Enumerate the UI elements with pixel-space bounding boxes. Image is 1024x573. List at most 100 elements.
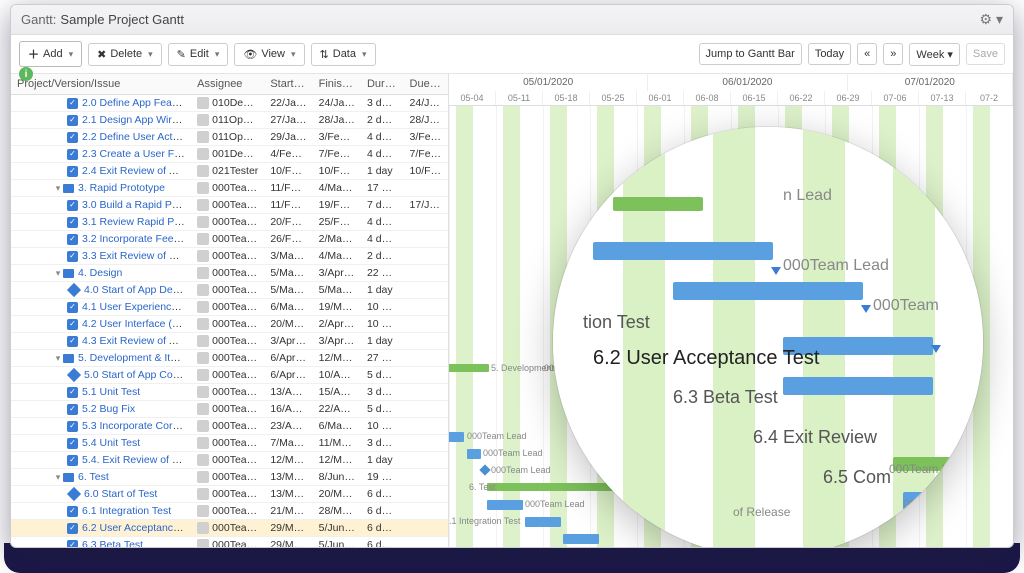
avatar-icon bbox=[197, 114, 209, 126]
grid-header: Project/Version/Issue Assignee Start dat… bbox=[11, 74, 448, 95]
project-name: Sample Project Gantt bbox=[60, 12, 184, 27]
task-name[interactable]: 6. Test bbox=[78, 471, 109, 483]
avatar-icon bbox=[197, 318, 209, 330]
task-name[interactable]: 2.2 Define User Actions bbox=[82, 131, 191, 143]
col-finish[interactable]: Finish date bbox=[313, 74, 361, 94]
avatar-icon bbox=[197, 148, 209, 160]
jump-button[interactable]: Jump to Gantt Bar bbox=[699, 43, 802, 65]
checkbox-icon bbox=[67, 217, 78, 228]
avatar-icon bbox=[197, 437, 209, 449]
checkbox-icon bbox=[67, 319, 78, 330]
avatar-icon bbox=[197, 165, 209, 177]
week-header: 06-29 bbox=[825, 91, 872, 105]
avatar-icon bbox=[197, 403, 209, 415]
week-header: 06-01 bbox=[637, 91, 684, 105]
task-name[interactable]: 2.4 Exit Review of App Wireframe bbox=[82, 165, 191, 177]
table-row[interactable]: 6.3 Beta Test000Team Lead29/May/205/Jun/… bbox=[11, 537, 448, 547]
add-button[interactable]: ＋Add bbox=[19, 41, 82, 67]
task-name[interactable]: 2.3 Create a User Flow bbox=[82, 148, 190, 160]
checkbox-icon bbox=[67, 132, 78, 143]
data-button[interactable]: ⇅ Data bbox=[311, 43, 376, 66]
task-name[interactable]: 4.3 Exit Review of App Design bbox=[82, 335, 191, 347]
next-button[interactable]: » bbox=[883, 43, 903, 65]
task-name[interactable]: 6.0 Start of Test bbox=[84, 488, 157, 500]
task-name[interactable]: 6.3 Beta Test bbox=[82, 539, 143, 547]
month-header: 07/01/2020 bbox=[848, 74, 1013, 91]
checkbox-icon bbox=[67, 302, 78, 313]
task-name[interactable]: 5. Development & Iteration bbox=[78, 352, 191, 364]
checkbox-icon bbox=[67, 455, 78, 466]
task-name[interactable]: 5.1 Unit Test bbox=[82, 386, 140, 398]
week-button[interactable]: Week ▾ bbox=[909, 43, 960, 66]
gantt-bar[interactable] bbox=[449, 364, 489, 372]
title-prefix: Gantt: bbox=[21, 12, 56, 27]
week-header: 05-04 bbox=[449, 91, 496, 105]
gantt-bar[interactable] bbox=[449, 432, 464, 442]
checkbox-icon bbox=[67, 404, 78, 415]
week-header: 07-13 bbox=[919, 91, 966, 105]
avatar-icon bbox=[197, 386, 209, 398]
toolbar: ＋Add ✖ Delete ✎ Edit 👁 View ⇅ Data Jump … bbox=[11, 35, 1013, 74]
folder-icon bbox=[63, 184, 74, 193]
task-name[interactable]: 5.4. Exit Review of Development & I... bbox=[82, 454, 191, 466]
prev-button[interactable]: « bbox=[857, 43, 877, 65]
task-name[interactable]: 4.1 User Experience (UX) Design bbox=[82, 301, 191, 313]
task-name[interactable]: 3.2 Incorporate Feedback into Rap... bbox=[82, 233, 191, 245]
expand-icon[interactable]: ▾ bbox=[53, 353, 63, 364]
info-icon[interactable]: i bbox=[19, 67, 33, 81]
col-due[interactable]: Due Date bbox=[404, 74, 448, 94]
task-name[interactable]: 2.1 Design App Wireframe bbox=[82, 114, 191, 126]
task-name[interactable]: 4.2 User Interface (UI) Design bbox=[82, 318, 191, 330]
week-header: 05-18 bbox=[543, 91, 590, 105]
col-duration[interactable]: Duration bbox=[361, 74, 404, 94]
avatar-icon bbox=[197, 233, 209, 245]
task-name[interactable]: 5.0 Start of App Coding bbox=[84, 369, 191, 381]
checkbox-icon bbox=[67, 149, 78, 160]
task-grid: Project/Version/Issue Assignee Start dat… bbox=[11, 74, 449, 547]
checkbox-icon bbox=[67, 540, 78, 547]
task-name[interactable]: 3.3 Exit Review of Rapid Prototype bbox=[82, 250, 191, 262]
task-name[interactable]: 6.1 Integration Test bbox=[82, 505, 171, 517]
avatar-icon bbox=[197, 301, 209, 313]
task-name[interactable]: 6.2 User Acceptance Test bbox=[82, 522, 191, 534]
edit-button[interactable]: ✎ Edit bbox=[168, 43, 229, 66]
task-name[interactable]: 3.1 Review Rapid Prototype bbox=[82, 216, 191, 228]
folder-icon bbox=[63, 473, 74, 482]
gantt-bar[interactable] bbox=[467, 449, 481, 459]
week-header: 05-25 bbox=[590, 91, 637, 105]
milestone-icon bbox=[67, 283, 81, 297]
expand-icon[interactable]: ▾ bbox=[53, 268, 63, 279]
task-name[interactable]: 3.0 Build a Rapid Prototype bbox=[82, 199, 191, 211]
avatar-icon bbox=[197, 352, 209, 364]
avatar-icon bbox=[197, 488, 209, 500]
task-name[interactable]: 2.0 Define App Features bbox=[82, 97, 191, 109]
checkbox-icon bbox=[67, 336, 78, 347]
avatar-icon bbox=[197, 471, 209, 483]
magnifier-overlay: n Lead000Team Leadtion Test000Team6.2 Us… bbox=[553, 127, 983, 548]
col-issue[interactable]: Project/Version/Issue bbox=[11, 74, 191, 94]
task-name[interactable]: 5.2 Bug Fix bbox=[82, 403, 135, 415]
expand-icon[interactable]: ▾ bbox=[53, 183, 63, 194]
save-button[interactable]: Save bbox=[966, 43, 1005, 65]
task-name[interactable]: 5.4 Unit Test bbox=[82, 437, 140, 449]
week-header: 06-08 bbox=[684, 91, 731, 105]
avatar-icon bbox=[197, 216, 209, 228]
view-button[interactable]: 👁 View bbox=[234, 43, 304, 66]
task-name[interactable]: 3. Rapid Prototype bbox=[78, 182, 165, 194]
today-button[interactable]: Today bbox=[808, 43, 851, 65]
gantt-bar[interactable] bbox=[487, 500, 523, 510]
folder-icon bbox=[63, 269, 74, 278]
avatar-icon bbox=[197, 250, 209, 262]
week-header: 06-15 bbox=[731, 91, 778, 105]
delete-button[interactable]: ✖ Delete bbox=[88, 43, 162, 66]
gear-icon[interactable]: ⚙ ▾ bbox=[980, 11, 1003, 28]
checkbox-icon bbox=[67, 234, 78, 245]
task-name[interactable]: 4.0 Start of App Design bbox=[84, 284, 191, 296]
col-assignee[interactable]: Assignee bbox=[191, 74, 264, 94]
col-start[interactable]: Start date bbox=[264, 74, 312, 94]
task-name[interactable]: 4. Design bbox=[78, 267, 122, 279]
expand-icon[interactable]: ▾ bbox=[53, 472, 63, 483]
task-name[interactable]: 5.3 Incorporate Core App Functiona... bbox=[82, 420, 191, 432]
month-header: 05/01/2020 bbox=[449, 74, 648, 91]
checkbox-icon bbox=[67, 387, 78, 398]
